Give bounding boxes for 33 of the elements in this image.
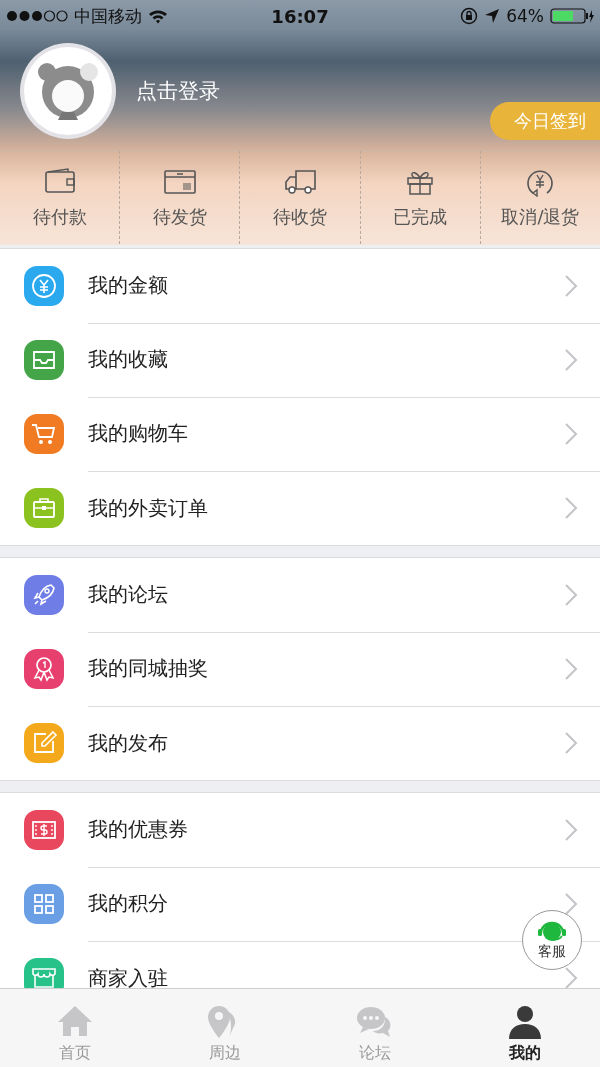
chevron-right-icon [564,273,578,298]
order-status-button[interactable]: 取消/退货 [479,151,600,244]
location-arrow-icon [484,8,501,24]
menu-item[interactable]: 我的金额 [88,272,564,299]
rotation-lock-icon [460,7,479,25]
menu-item[interactable]: 我的优惠券 [88,816,564,843]
wifi-icon [148,8,168,24]
menu-item[interactable]: 我的发布 [88,729,564,757]
chevron-right-icon [564,347,578,372]
clock-time: 16:07 [271,5,329,27]
chevron-right-icon [564,582,578,607]
menu-item[interactable]: 我的外卖订单 [88,494,564,522]
chevron-right-icon [564,421,578,446]
order-status-button[interactable]: 待收货 [239,151,360,244]
chevron-right-icon [564,817,578,842]
chevron-right-icon [564,656,578,681]
chevron-right-icon [564,496,578,520]
chevron-right-icon [564,891,578,916]
order-status-button[interactable]: 已完成 [359,151,480,244]
chevron-right-icon [564,731,578,755]
menu-item[interactable]: 我的收藏 [88,346,564,373]
signal-icon [6,10,68,22]
battery-percent: 64% [506,6,544,26]
headset-icon [536,919,568,942]
carrier-name: 中国移动 [74,4,142,28]
order-status-button[interactable]: 待发货 [119,151,240,244]
menu-item[interactable]: 我的论坛 [88,581,564,608]
order-status-button[interactable]: 待付款 [0,151,120,244]
tab[interactable]: 我的 [450,989,600,1067]
battery-icon [550,8,594,24]
menu-item[interactable]: 我的同城抽奖 [88,655,564,682]
login-link[interactable]: 点击登录 [136,77,220,105]
menu-item[interactable]: 我的购物车 [88,420,564,447]
